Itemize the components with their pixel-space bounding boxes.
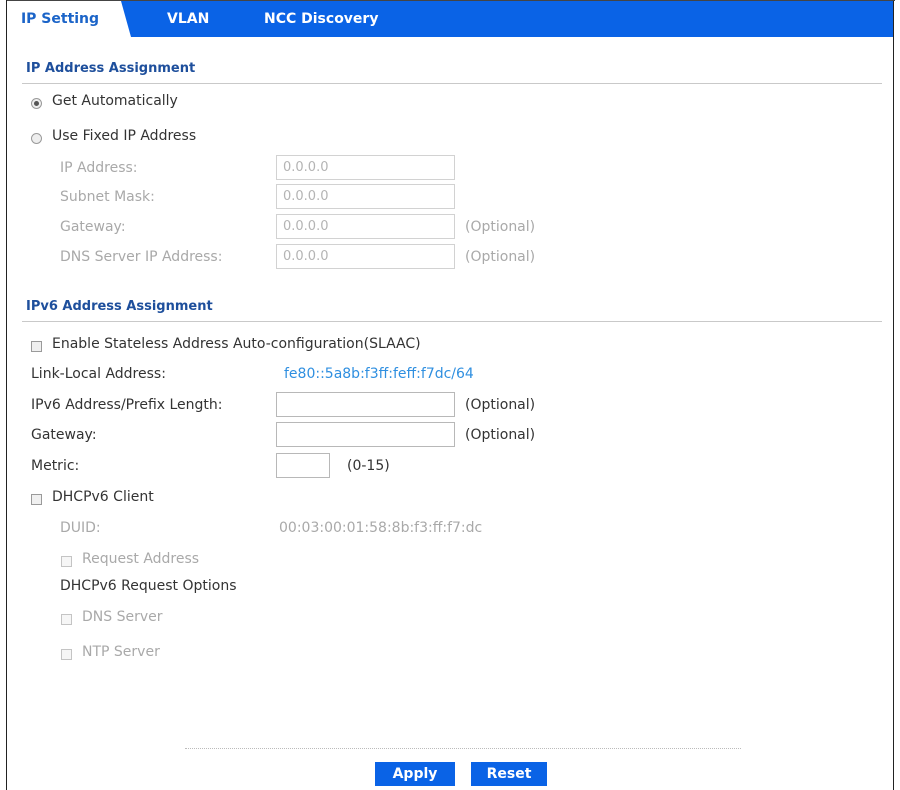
dns-server-checkbox[interactable] [61,614,72,625]
ntp-server-option-label: NTP Server [82,644,160,660]
duid-label: DUID: [60,520,101,536]
ip-address-label: IP Address: [60,160,138,176]
request-address-checkbox[interactable] [61,556,72,567]
tab-ncc-discovery[interactable]: NCC Discovery [264,1,378,37]
dhcpv6-request-options-label: DHCPv6 Request Options [60,578,237,594]
dns-server-field[interactable]: 0.0.0.0 [276,244,455,269]
ntp-server-checkbox[interactable] [61,649,72,660]
tab-vlan[interactable]: VLAN [167,1,209,37]
ipv6-section-title: IPv6 Address Assignment [26,299,213,314]
subnet-mask-field[interactable]: 0.0.0.0 [276,184,455,209]
get-automatically-radio[interactable] [31,98,42,109]
ipv4-section-title: IP Address Assignment [26,61,196,76]
request-address-label: Request Address [82,551,200,567]
ipv6-prefix-label: IPv6 Address/Prefix Length: [31,397,223,413]
gateway-optional-note: (Optional) [465,219,536,235]
ipv6-gateway-label: Gateway: [31,427,97,443]
metric-range-note: (0-15) [347,458,390,474]
reset-button[interactable]: Reset [471,762,547,786]
dns-optional-note: (Optional) [465,249,536,265]
link-local-value: fe80::5a8b:f3ff:feff:f7dc/64 [284,366,474,382]
slaac-label: Enable Stateless Address Auto-configurat… [52,336,421,352]
ipv6-prefix-optional-note: (Optional) [465,397,536,413]
dhcpv6-client-checkbox[interactable] [31,494,42,505]
ipv6-section-header: IPv6 Address Assignment [22,297,882,323]
tab-bar: IP Setting VLAN NCC Discovery [7,1,893,37]
ipv4-section-header: IP Address Assignment [22,59,882,85]
ipv6-gateway-optional-note: (Optional) [465,427,536,443]
dns-server-option-label: DNS Server [82,609,163,625]
apply-button[interactable]: Apply [375,762,455,786]
footer-divider [185,748,741,749]
ipv6-gateway-field[interactable] [276,422,455,447]
metric-field[interactable] [276,453,330,478]
tab-ip-setting[interactable]: IP Setting [7,1,131,37]
gateway-label: Gateway: [60,219,126,235]
subnet-mask-label: Subnet Mask: [60,189,155,205]
dns-server-label: DNS Server IP Address: [60,249,223,265]
link-local-label: Link-Local Address: [31,366,166,382]
slaac-checkbox[interactable] [31,341,42,352]
get-automatically-label: Get Automatically [52,93,178,109]
use-fixed-ip-label: Use Fixed IP Address [52,128,197,144]
duid-value: 00:03:00:01:58:8b:f3:ff:f7:dc [279,520,483,536]
divider [22,83,882,84]
ip-address-field[interactable]: 0.0.0.0 [276,155,455,180]
ip-settings-panel: IP Setting VLAN NCC Discovery IP Address… [6,0,895,790]
gateway-field[interactable]: 0.0.0.0 [276,214,455,239]
divider [22,321,882,322]
ipv6-prefix-field[interactable] [276,392,455,417]
dhcpv6-client-label: DHCPv6 Client [52,489,154,505]
metric-label: Metric: [31,458,80,474]
use-fixed-ip-radio[interactable] [31,133,42,144]
